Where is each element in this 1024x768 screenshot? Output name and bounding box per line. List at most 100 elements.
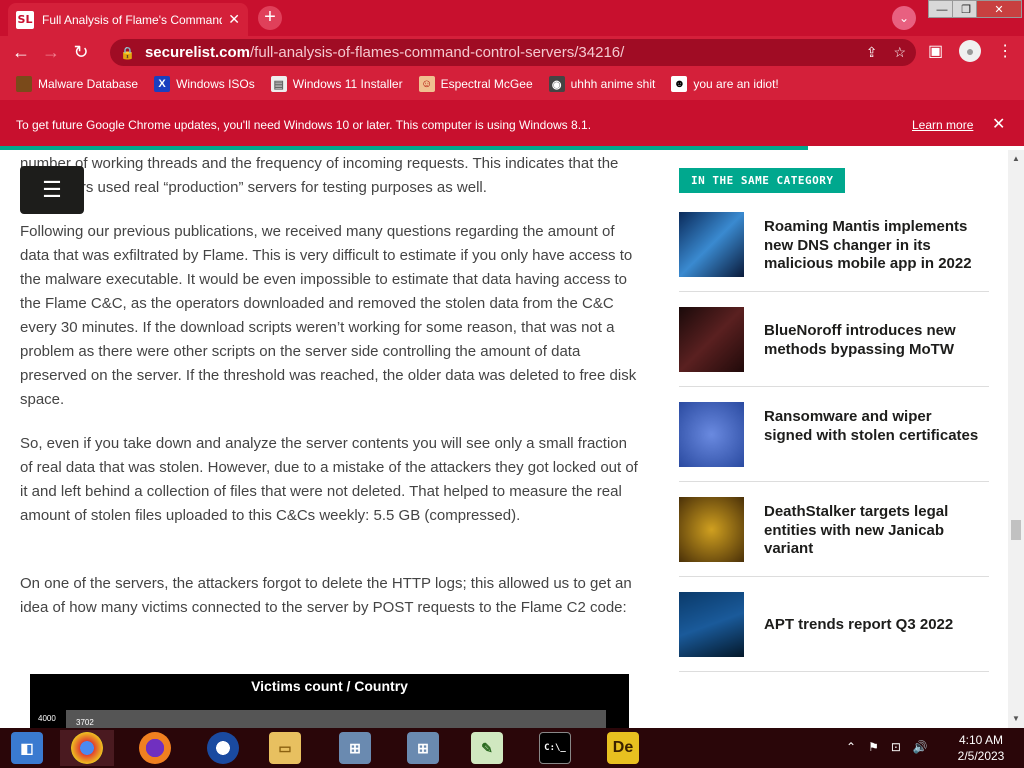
profile-avatar-icon[interactable]: ● [959,40,982,62]
bookmark-you-are-an-idiot[interactable]: ☻ you are an idiot! [671,76,779,92]
taskbar: ◧ ▭ ⊞ ⊞ ✎ C:\_ De ⌃ ⚑ ⊡ 🔊 4:10 AM 2/5/20… [0,728,1024,768]
bookmark-label: Windows 11 Installer [292,77,403,91]
url-host: securelist.com [144,44,251,61]
url-path: /full-analysis-of-flames-command-control… [250,44,625,61]
volume-icon[interactable]: 🔊 [913,740,928,754]
de-app-icon: De [607,732,639,764]
tab-search-icon[interactable]: ⌄ [892,6,916,30]
address-bar[interactable]: 🔒 securelist.com/full-analysis-of-flames… [110,39,916,66]
reload-icon[interactable]: ↻ [66,42,96,63]
related-article[interactable]: DeathStalker targets legal entities with… [679,497,989,577]
show-hidden-icons-icon[interactable]: ⌃ [846,740,856,754]
taskbar-obama[interactable] [196,730,250,766]
article-thumbnail[interactable] [679,212,744,277]
securelist-favicon-icon: SL [16,10,34,29]
related-article[interactable]: APT trends report Q3 2022 [679,592,989,672]
article-paragraph: number of working threads and the freque… [20,155,619,196]
chart-bar [66,710,606,728]
victims-chart-image: Victims count / Country 4000 3702 [30,674,629,728]
article-paragraph: So, even if you take down and analyze th… [20,435,638,524]
bookmark-anime[interactable]: ◉ uhhh anime shit [548,76,656,92]
firefox-icon [139,732,171,764]
clock-date: 2/5/2023 [957,749,1005,763]
face-icon: ☻ [671,76,688,92]
taskbar-notepad[interactable]: ✎ [460,730,514,766]
avatar-icon: ☺ [418,76,435,92]
bookmark-star-icon[interactable]: ☆ [893,44,906,61]
tab-title: Full Analysis of Flame's Command [42,12,223,27]
taskbar-cmd[interactable]: C:\_ [528,730,582,766]
new-tab-button[interactable]: + [258,6,282,30]
anime-icon: ◉ [548,76,565,92]
bookmark-windows-11-installer[interactable]: ▤ Windows 11 Installer [270,76,403,92]
vertical-scrollbar[interactable]: ▲ ▼ [1008,150,1024,728]
sidepanel-icon[interactable]: ▣ [928,41,943,61]
cmd-icon: C:\_ [539,732,571,764]
window-close-button[interactable]: ✕ [976,0,1022,18]
article-thumbnail[interactable] [679,497,744,562]
bookmark-malware-database[interactable]: Malware Database [16,76,138,92]
lock-icon[interactable]: 🔒 [120,46,135,60]
hamburger-menu-button[interactable]: ☰ [20,166,84,214]
chrome-icon [71,732,103,764]
obama-logo-icon [207,732,239,764]
article-thumbnail[interactable] [679,307,744,372]
scroll-down-icon[interactable]: ▼ [1012,714,1020,723]
malware-icon [16,76,32,92]
start-button[interactable]: ◧ [0,730,54,766]
bookmark-label: uhhh anime shit [570,77,656,91]
taskbar-network-2[interactable]: ⊞ [396,730,450,766]
related-article[interactable]: BlueNoroff introduces new methods bypass… [679,307,989,387]
taskbar-chrome[interactable] [60,730,114,766]
windows-start-icon: ◧ [11,732,43,764]
bookmark-espectral-mcgee[interactable]: ☺ Espectral McGee [418,76,533,92]
article-title[interactable]: Ransomware and wiper signed with stolen … [764,408,984,445]
bookmark-label: Windows ISOs [176,77,255,91]
bookmarks-bar: Malware Database X Windows ISOs ▤ Window… [0,68,1024,100]
menu-kebab-icon[interactable]: ⋮ [997,41,1013,61]
scroll-up-icon[interactable]: ▲ [1012,154,1020,163]
x-icon: X [154,76,171,92]
back-icon[interactable]: ← [6,42,36,63]
chart-y-tick: 4000 [38,714,56,723]
share-icon[interactable]: ⇪ [866,44,878,61]
network-computer-icon: ⊞ [339,732,371,764]
infobar-close-icon[interactable]: ✕ [992,114,1005,134]
folder-icon: ▭ [269,732,301,764]
bookmark-windows-isos[interactable]: X Windows ISOs [154,76,255,92]
article-title[interactable]: DeathStalker targets legal entities with… [764,503,984,559]
chart-title: Victims count / Country [251,678,408,694]
article-thumbnail[interactable] [679,592,744,657]
forward-icon[interactable]: → [36,42,66,63]
page-content: number of working threads and the freque… [0,150,1008,728]
article-title[interactable]: APT trends report Q3 2022 [764,616,984,635]
article-thumbnail[interactable] [679,402,744,467]
chart-bar-label: 3702 [76,718,94,727]
clock-time: 4:10 AM [958,733,1004,747]
doc-icon: ▤ [270,76,287,92]
network-computer-icon: ⊞ [407,732,439,764]
taskbar-clock[interactable]: 4:10 AM 2/5/2023 [946,732,1016,764]
bookmark-label: you are an idiot! [693,77,779,91]
tab-close-icon[interactable]: ✕ [228,11,240,28]
learn-more-link[interactable]: Learn more [912,118,973,132]
infobar-message: To get future Google Chrome updates, you… [16,118,592,132]
related-article[interactable]: Ransomware and wiper signed with stolen … [679,402,989,482]
notepad-icon: ✎ [471,732,503,764]
tab-bar: SL Full Analysis of Flame's Command ✕ + … [0,0,1024,36]
bookmark-label: Malware Database [38,77,139,91]
taskbar-file-explorer[interactable]: ▭ [258,730,312,766]
tab-active[interactable]: SL Full Analysis of Flame's Command ✕ [8,3,248,36]
update-infobar: To get future Google Chrome updates, you… [0,100,1024,146]
scrollbar-thumb[interactable] [1011,520,1021,540]
toolbar: ← → ↻ 🔒 securelist.com/full-analysis-of-… [0,36,1024,68]
flag-icon[interactable]: ⚑ [868,740,879,754]
article-title[interactable]: Roaming Mantis implements new DNS change… [764,218,984,274]
article-title[interactable]: BlueNoroff introduces new methods bypass… [764,322,984,359]
network-icon[interactable]: ⊡ [891,740,901,754]
taskbar-network-1[interactable]: ⊞ [328,730,382,766]
taskbar-de[interactable]: De [596,730,650,766]
article-paragraph: On one of the servers, the attackers for… [20,575,632,616]
taskbar-firefox[interactable] [128,730,182,766]
related-article[interactable]: Roaming Mantis implements new DNS change… [679,212,989,292]
